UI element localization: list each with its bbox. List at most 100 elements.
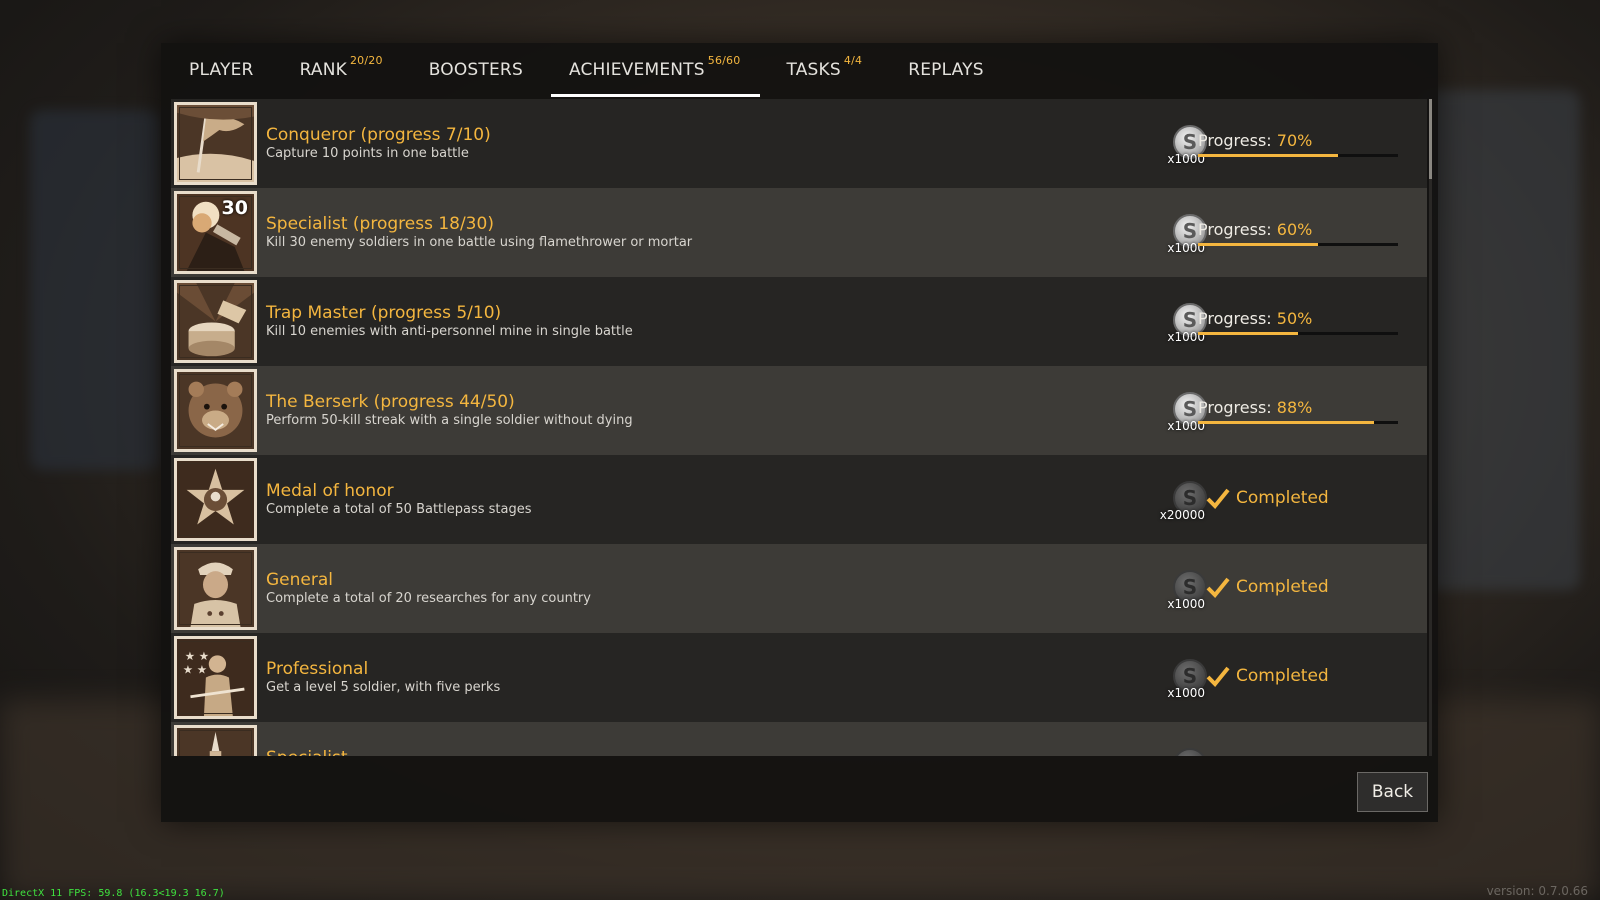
silver-coin-icon: S	[1173, 748, 1207, 756]
achievement-description: Capture 10 points in one battle	[266, 146, 469, 161]
progress-text: Progress: 88%	[1198, 398, 1398, 417]
progress-fill	[1198, 421, 1374, 424]
progress-track	[1198, 332, 1398, 335]
progress-text: Progress: 50%	[1198, 309, 1398, 328]
soldier-icon: ★ ★ ★ ★	[174, 636, 257, 719]
achievement-progress: Progress: 60%	[1198, 220, 1398, 246]
tab-rank[interactable]: RANK 20/20	[282, 43, 403, 97]
achievement-title: Specialist	[266, 748, 348, 756]
completed-status: Completed	[1206, 665, 1329, 687]
achievement-description: Complete a total of 50 Battlepass stages	[266, 502, 532, 517]
progress-percent: 50%	[1276, 309, 1313, 328]
tab-label: RANK	[299, 60, 347, 80]
achievement-title: Professional	[266, 659, 369, 679]
progress-text: Progress: 60%	[1198, 220, 1398, 239]
tab-label: BOOSTERS	[428, 60, 523, 80]
achievement-title: Medal of honor	[266, 481, 394, 501]
achievement-row[interactable]: Medal of honor Complete a total of 50 Ba…	[171, 455, 1427, 544]
progress-track	[1198, 421, 1398, 424]
tab-label: TASKS	[786, 60, 841, 80]
progress-fill	[1198, 154, 1338, 157]
bear-icon	[174, 369, 257, 452]
completed-status: Completed	[1206, 487, 1329, 509]
progress-label: Progress:	[1198, 398, 1272, 417]
achievement-row[interactable]: ★ ★ ★ ★ Professional Get a level 5 soldie…	[171, 633, 1427, 722]
achievement-description: Get a level 5 soldier, with five perks	[266, 680, 501, 695]
completed-label: Completed	[1236, 666, 1329, 686]
tab-counter: 4/4	[843, 53, 863, 67]
achievement-info: Trap Master (progress 5/10) Kill 10 enem…	[266, 303, 633, 341]
checkmark-icon	[1206, 577, 1230, 598]
tab-tasks[interactable]: TASKS 4/4	[768, 43, 882, 97]
progress-percent: 60%	[1276, 220, 1313, 239]
badge-number: 30	[221, 197, 248, 219]
fps-counter: DirectX 11 FPS: 59.8 (16.3<19.3 16.7)	[2, 888, 225, 899]
svg-text:★ ★: ★ ★	[183, 663, 207, 677]
achievement-info: Medal of honor Complete a total of 50 Ba…	[266, 481, 532, 519]
svg-text:★ ★: ★ ★	[185, 649, 209, 663]
achievement-info: General Complete a total of 20 researche…	[266, 570, 591, 608]
progress-label: Progress:	[1198, 131, 1272, 150]
achievement-info: Conqueror (progress 7/10) Capture 10 poi…	[266, 125, 491, 163]
general-icon	[174, 547, 257, 630]
achievement-title: Specialist (progress 18/30)	[266, 214, 494, 234]
background-left-panel	[30, 110, 160, 470]
list-scrollbar[interactable]	[1429, 99, 1432, 756]
reward-amount: x1000	[1167, 686, 1205, 700]
checkmark-icon	[1206, 666, 1230, 687]
reward-coin: S	[1161, 748, 1221, 756]
tab-achievements[interactable]: ACHIEVEMENTS 56/60	[550, 43, 761, 97]
achievement-title: Conqueror (progress 7/10)	[266, 125, 491, 145]
tab-label: REPLAYS	[908, 60, 984, 80]
achievement-row[interactable]: Conqueror (progress 7/10) Capture 10 poi…	[171, 99, 1427, 188]
achievement-row[interactable]: Specialist S	[171, 722, 1427, 756]
achievement-info: Professional Get a level 5 soldier, with…	[266, 659, 500, 697]
reward-amount: x20000	[1159, 508, 1205, 522]
achievement-info: Specialist (progress 18/30) Kill 30 enem…	[266, 214, 692, 252]
scrollbar-thumb[interactable]	[1429, 99, 1432, 179]
completed-status: Completed	[1206, 576, 1329, 598]
profile-modal: PLAYER RANK 20/20 BOOSTERS ACHIEVEMENTS 56…	[161, 43, 1438, 822]
achievement-progress: Progress: 70%	[1198, 131, 1398, 157]
achievement-info: The Berserk (progress 44/50) Perform 50-…	[266, 392, 633, 430]
achievement-description: Complete a total of 20 researches for an…	[266, 591, 591, 606]
progress-percent: 88%	[1276, 398, 1313, 417]
achievement-info: Specialist	[266, 748, 348, 756]
flamethrower-icon: 30	[174, 191, 257, 274]
tab-bar: PLAYER RANK 20/20 BOOSTERS ACHIEVEMENTS 56…	[161, 43, 1438, 97]
checkmark-icon	[1206, 488, 1230, 509]
back-button[interactable]: Back	[1357, 772, 1428, 812]
progress-label: Progress:	[1198, 309, 1272, 328]
progress-fill	[1198, 332, 1298, 335]
tab-player[interactable]: PLAYER	[171, 43, 274, 97]
achievement-row[interactable]: 30 Specialist (progress 18/30) Kill 30 e…	[171, 188, 1427, 277]
background-right-panel	[1420, 90, 1580, 590]
tab-label: ACHIEVEMENTS	[568, 60, 705, 80]
achievement-title: The Berserk (progress 44/50)	[266, 392, 515, 412]
achievement-title: Trap Master (progress 5/10)	[266, 303, 502, 323]
achievement-row[interactable]: General Complete a total of 20 researche…	[171, 544, 1427, 633]
flag-icon	[174, 102, 257, 185]
achievement-list[interactable]: Conqueror (progress 7/10) Capture 10 poi…	[171, 99, 1427, 756]
progress-track	[1198, 154, 1398, 157]
tab-label: PLAYER	[189, 60, 254, 80]
achievement-description: Kill 10 enemies with anti-personnel mine…	[266, 324, 633, 339]
achievement-row[interactable]: The Berserk (progress 44/50) Perform 50-…	[171, 366, 1427, 455]
tab-counter: 20/20	[349, 53, 383, 67]
tab-boosters[interactable]: BOOSTERS	[411, 43, 543, 97]
progress-track	[1198, 243, 1398, 246]
achievement-progress: Progress: 88%	[1198, 398, 1398, 424]
version-label: version: 0.7.0.66	[1486, 884, 1588, 898]
progress-fill	[1198, 243, 1318, 246]
achievement-title: General	[266, 570, 333, 590]
completed-label: Completed	[1236, 488, 1329, 508]
progress-text: Progress: 70%	[1198, 131, 1398, 150]
achievement-progress: Progress: 50%	[1198, 309, 1398, 335]
statue-icon	[174, 725, 257, 756]
completed-label: Completed	[1236, 577, 1329, 597]
achievement-row[interactable]: Trap Master (progress 5/10) Kill 10 enem…	[171, 277, 1427, 366]
tab-replays[interactable]: REPLAYS	[890, 43, 1004, 97]
progress-percent: 70%	[1276, 131, 1313, 150]
tab-counter: 56/60	[707, 53, 741, 67]
reward-amount: x1000	[1167, 597, 1205, 611]
